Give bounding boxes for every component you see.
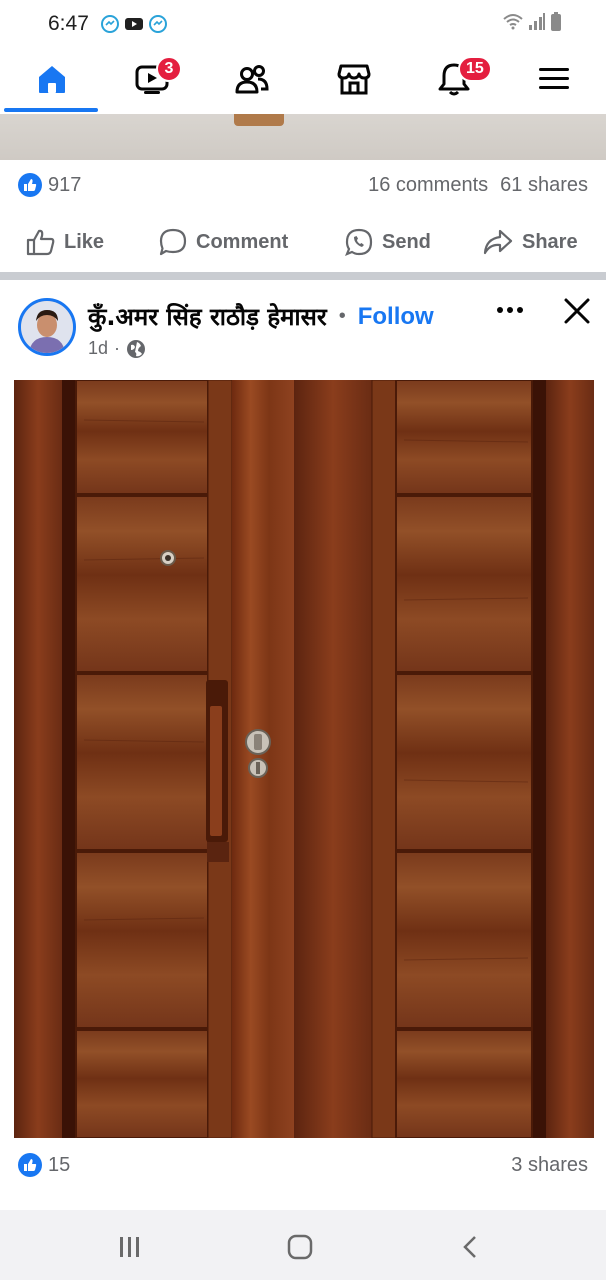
send-label: Send: [382, 230, 431, 253]
previous-post-reactions-count: 917: [48, 173, 82, 196]
hide-post-button[interactable]: [560, 294, 596, 330]
share-button[interactable]: Share: [482, 228, 578, 256]
back-chevron-icon: [463, 1236, 476, 1258]
post-header: कुँ.अमर सिंह राठौड़ हेमासर • Follow 1d ·: [0, 280, 606, 380]
post-reactions[interactable]: 15: [18, 1153, 70, 1177]
status-bar: 6:47: [0, 0, 606, 48]
nav-home-tab[interactable]: [2, 48, 102, 110]
previous-post-reactions[interactable]: 917: [18, 173, 81, 197]
friends-icon: [235, 65, 269, 94]
share-arrow-icon: [483, 229, 513, 255]
previous-post-image[interactable]: [0, 114, 606, 160]
status-time: 6:47: [48, 12, 89, 35]
back-button[interactable]: [450, 1232, 490, 1262]
previous-post-stats: 917 16 comments 61 shares: [0, 160, 606, 210]
more-options-icon: [497, 307, 523, 313]
post-options-button[interactable]: [492, 298, 528, 322]
like-reaction-icon: [18, 1153, 42, 1177]
hamburger-menu-icon: [539, 68, 569, 89]
send-button[interactable]: Send: [344, 227, 431, 257]
recent-apps-button[interactable]: [110, 1232, 150, 1262]
name-separator: •: [338, 305, 346, 327]
previous-post-comments-count[interactable]: 16 comments: [368, 174, 488, 197]
active-tab-indicator: [4, 108, 98, 112]
top-nav-bar: 3 15: [0, 48, 606, 114]
youtube-notification-icon: [125, 18, 143, 30]
nav-notifications-tab[interactable]: 15: [404, 48, 504, 110]
previous-post-actions: Like Comment Send Share: [0, 214, 606, 270]
share-label: Share: [522, 230, 578, 253]
post-time[interactable]: 1d: [88, 338, 108, 359]
like-label: Like: [64, 230, 105, 253]
home-square-icon: [287, 1234, 313, 1260]
messenger-notification-icon-2: [149, 15, 167, 33]
comment-label: Comment: [196, 230, 289, 253]
recents-icon: [120, 1237, 139, 1257]
previous-post-shares-count[interactable]: 61 shares: [500, 174, 588, 197]
system-navigation-bar: [0, 1210, 606, 1280]
comment-icon: [159, 228, 187, 256]
globe-icon: [127, 339, 146, 358]
thumbs-up-icon: [26, 229, 55, 256]
author-avatar[interactable]: [18, 298, 76, 356]
messenger-notification-icon: [101, 15, 119, 33]
like-reaction-icon: [18, 173, 42, 197]
signal-icon: [529, 13, 545, 30]
nav-marketplace-tab[interactable]: [304, 48, 404, 110]
post-stats: 15 3 shares: [0, 1140, 606, 1190]
wifi-icon: [503, 14, 523, 30]
home-icon: [39, 66, 65, 93]
comment-button[interactable]: Comment: [158, 227, 288, 257]
post-image-wooden-door[interactable]: [14, 380, 594, 1138]
close-icon: [564, 298, 590, 324]
marketplace-icon: [337, 64, 371, 95]
notifications-badge: 15: [458, 56, 492, 82]
post-author-name[interactable]: कुँ.अमर सिंह राठौड़ हेमासर: [88, 300, 327, 333]
follow-button[interactable]: Follow: [358, 303, 434, 331]
post-shares-count[interactable]: 3 shares: [511, 1154, 588, 1177]
feed-separator: [0, 272, 606, 280]
post-reactions-count: 15: [48, 1153, 71, 1176]
battery-icon: [551, 12, 561, 31]
whatsapp-send-icon: [345, 228, 373, 256]
video-badge: 3: [156, 56, 182, 82]
like-button[interactable]: Like: [26, 228, 104, 256]
home-system-button[interactable]: [280, 1232, 320, 1262]
nav-video-tab[interactable]: 3: [102, 48, 202, 110]
nav-friends-tab[interactable]: [202, 48, 302, 110]
nav-menu-tab[interactable]: [504, 48, 604, 110]
